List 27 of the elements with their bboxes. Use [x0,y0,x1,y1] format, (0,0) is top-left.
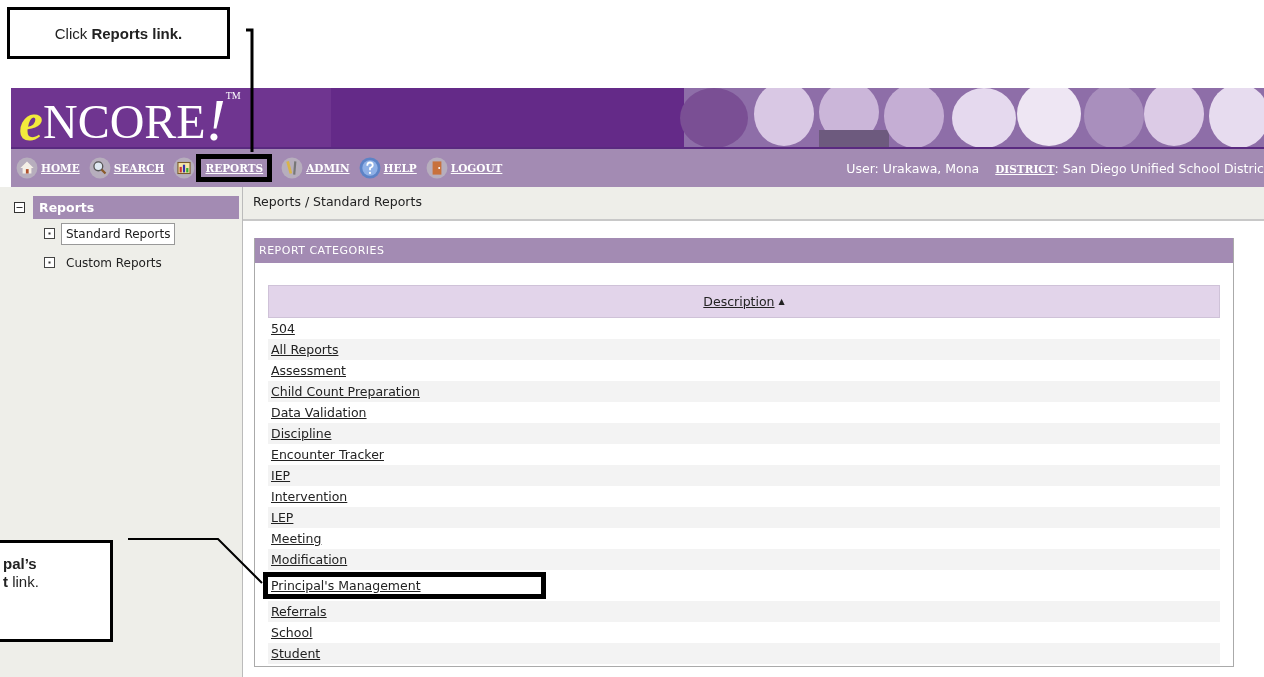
category-link[interactable]: 504 [271,321,295,336]
category-link[interactable]: IEP [271,468,291,483]
category-link[interactable]: Modification [271,552,348,567]
category-link[interactable]: Encounter Tracker [271,447,384,462]
panel-title: REPORT CATEGORIES [255,238,1233,263]
category-link[interactable]: Meeting [271,531,322,546]
callout-text: Click Reports link. [54,24,183,42]
category-link[interactable]: Assessment [271,363,346,378]
sidebar-item[interactable]: Standard Reports [61,222,176,245]
category-link[interactable]: Discipline [271,426,332,441]
category-link[interactable]: Data Validation [271,405,367,420]
category-link[interactable]: Student [271,646,321,661]
category-link[interactable]: All Reports [271,342,339,357]
callout-text: pal’s [2,555,38,573]
user-name: User: Urakawa, Mona [846,160,980,176]
category-link[interactable]: LEP [271,510,294,525]
district-name: : San Diego Unified School Distric [1054,160,1264,176]
category-link[interactable]: Child Count Preparation [271,384,420,399]
sort-indicator: ▲ [778,297,785,306]
category-link[interactable]: Referrals [271,604,327,619]
callout-text: t link. [2,573,40,591]
sidebar-item[interactable]: Custom Reports [61,251,167,274]
sort-link[interactable]: Description [703,294,775,309]
category-link[interactable]: School [271,625,313,640]
breadcrumb: Reports / Standard Reports [243,187,1264,221]
category-link[interactable]: Principal's Management [271,578,421,593]
category-link[interactable]: Intervention [271,489,348,504]
